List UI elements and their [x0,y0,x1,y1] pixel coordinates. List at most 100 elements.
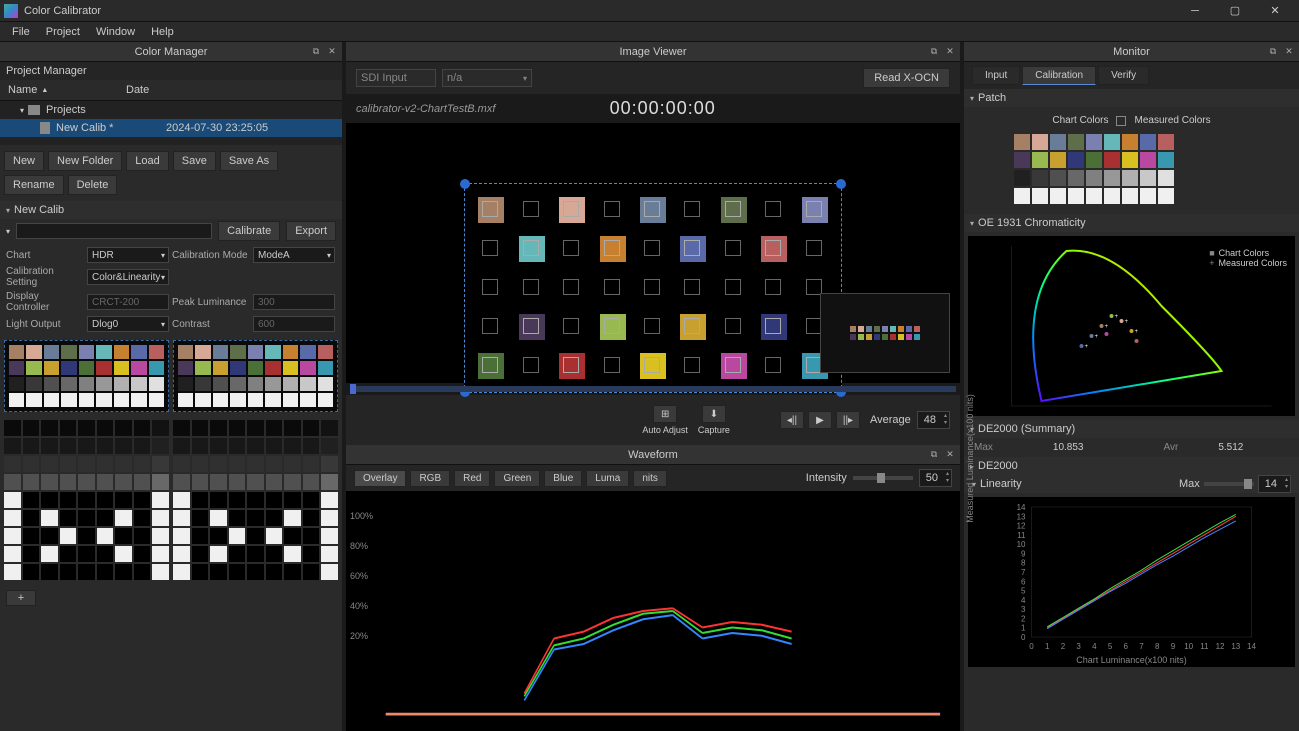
wtab-rgb[interactable]: RGB [410,470,450,487]
step-fwd-button[interactable]: ||▸ [836,411,860,429]
save-button[interactable]: Save [173,151,216,171]
section-de2000[interactable]: ▾ DE2000 (Summary) [964,420,1299,438]
wtab-luma[interactable]: Luma [586,470,629,487]
chart-thumb-right[interactable] [173,340,338,412]
panel-pop-icon[interactable]: ⧉ [310,46,322,58]
svg-text:+: + [1115,314,1119,320]
load-button[interactable]: Load [126,151,168,171]
add-button[interactable]: + [6,590,36,606]
wtab-green[interactable]: Green [494,470,540,487]
average-spinner[interactable]: 48 ▴▾ [917,411,950,429]
svg-text:0: 0 [1029,642,1034,651]
linearity-max-spinner[interactable]: 14 ▴▾ [1258,475,1291,493]
new-folder-button[interactable]: New Folder [48,151,122,171]
read-xocn-button[interactable]: Read X-OCN [863,68,950,88]
transport-controls: ⊞ Auto Adjust ⬇ Capture ◂|| ▶ ||▸ Averag… [346,395,960,445]
de2000-row: Max 10.853 Avr 5.512 [964,438,1299,457]
viewer-stage[interactable] [346,123,960,383]
waveform-tabs: Overlay RGB Red Green Blue Luma nits Int… [346,465,960,491]
mtab-calibration[interactable]: Calibration [1022,66,1096,85]
calib-name-input[interactable] [16,223,212,239]
menu-window[interactable]: Window [88,24,143,40]
panel-close-icon[interactable]: ✕ [1283,46,1295,58]
svg-text:10: 10 [1184,642,1193,651]
maximize-button[interactable]: ▢ [1215,1,1255,21]
monitor-tabs: Input Calibration Verify [964,62,1299,89]
panel-close-icon[interactable]: ✕ [326,46,338,58]
handle-tr[interactable] [836,179,846,189]
svg-text:4: 4 [1092,642,1097,651]
chroma-legend: ■Chart Colors +Measured Colors [1209,248,1287,268]
handle-tl[interactable] [460,179,470,189]
wtab-overlay[interactable]: Overlay [354,470,406,487]
playhead[interactable] [350,384,356,394]
pip-preview [820,293,950,373]
auto-adjust-button[interactable]: ⊞ [653,405,677,423]
svg-text:7: 7 [1021,568,1026,577]
section-de2000-sub[interactable]: ▸ DE2000 [964,457,1299,475]
tree-row-new-calib[interactable]: New Calib * 2024-07-30 23:25:05 [0,119,342,137]
calibrate-button[interactable]: Calibrate [218,221,280,241]
panel-close-icon[interactable]: ✕ [944,46,956,58]
menu-project[interactable]: Project [38,24,88,40]
section-linearity[interactable]: ▾ Linearity Max 14 ▴▾ [964,475,1299,493]
mtab-input[interactable]: Input [972,66,1020,85]
linearity-max-slider[interactable] [1204,482,1254,486]
tree-row-projects[interactable]: ▾ Projects [0,101,342,119]
wtab-nits[interactable]: nits [633,470,667,487]
panel-pop-icon[interactable]: ⧉ [1267,46,1279,58]
svg-text:11: 11 [1017,531,1026,540]
chart-thumbnails [0,336,342,416]
mtab-verify[interactable]: Verify [1098,66,1149,85]
svg-text:8: 8 [1021,559,1026,568]
collapse-icon[interactable]: ▾ [970,219,974,228]
dropdown-icon[interactable]: ▾ [6,227,10,236]
svg-text:0: 0 [1021,633,1026,642]
light-select[interactable]: Dlog0 [87,316,169,332]
section-project-manager: Project Manager [0,62,342,80]
delete-button[interactable]: Delete [68,175,118,195]
disp-input[interactable]: CRCT-200 [87,294,169,310]
svg-text:2: 2 [1061,642,1066,651]
capture-button[interactable]: ⬇ [702,405,726,423]
new-button[interactable]: New [4,151,44,171]
wtab-red[interactable]: Red [454,470,490,487]
chart-thumb-left[interactable] [4,340,169,412]
wtab-blue[interactable]: Blue [544,470,582,487]
close-button[interactable]: ✕ [1255,1,1295,21]
collapse-icon[interactable]: ▾ [6,206,10,215]
play-button[interactable]: ▶ [808,411,832,429]
step-back-button[interactable]: ◂|| [780,411,804,429]
svg-text:6: 6 [1124,642,1129,651]
source-mode-select[interactable]: SDI Input [356,69,436,87]
calset-select[interactable]: Color&Linearity [87,269,169,285]
panel-pop-icon[interactable]: ⧉ [928,449,940,461]
section-patch[interactable]: ▾ Patch [964,89,1299,107]
chart-select[interactable]: HDR [87,247,169,263]
rename-button[interactable]: Rename [4,175,64,195]
average-label: Average [870,414,911,426]
source-value-select[interactable]: n/a ▾ [442,69,532,87]
panel-pop-icon[interactable]: ⧉ [928,46,940,58]
save-as-button[interactable]: Save As [220,151,278,171]
minimize-button[interactable]: ─ [1175,1,1215,21]
export-button[interactable]: Export [286,221,336,241]
filename-label: calibrator-v2-ChartTestB.mxf [356,103,495,115]
calmode-select[interactable]: ModeA [253,247,335,263]
svg-text:12: 12 [1017,522,1026,531]
section-chromaticity[interactable]: ▾ OE 1931 Chromaticity [964,214,1299,232]
panel-close-icon[interactable]: ✕ [944,449,956,461]
collapse-icon[interactable]: ▾ [20,106,24,115]
contrast-input[interactable]: 600 [253,316,335,332]
project-tree: ▾ Projects New Calib * 2024-07-30 23:25:… [0,101,342,145]
intensity-slider[interactable] [853,476,913,480]
menu-file[interactable]: File [4,24,38,40]
peak-input[interactable]: 300 [253,294,335,310]
collapse-icon[interactable]: ▾ [970,94,974,103]
color-chart-overlay[interactable] [464,183,842,393]
folder-icon [28,105,40,115]
section-new-calib[interactable]: ▾ New Calib [0,201,342,219]
intensity-spinner[interactable]: 50 ▴▾ [919,469,952,487]
menu-help[interactable]: Help [143,24,182,40]
calib-form: Chart HDR Calibration Mode ModeA Calibra… [0,243,342,336]
